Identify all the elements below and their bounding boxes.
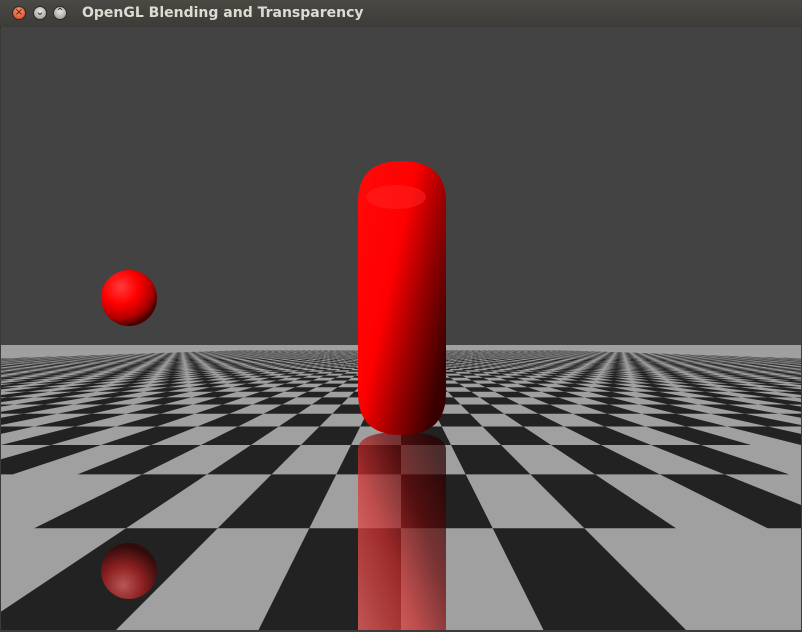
minimize-icon: ⌄	[35, 7, 45, 18]
window-title: OpenGL Blending and Transparency	[82, 5, 364, 21]
scene-canvas[interactable]	[1, 27, 801, 630]
close-icon: ×	[14, 7, 24, 18]
app-window: × ⌄ ⌃ OpenGL Blending and Transparency	[0, 0, 802, 632]
title-bar[interactable]: × ⌄ ⌃ OpenGL Blending and Transparency	[0, 0, 802, 28]
capsule-highlight	[366, 185, 426, 209]
maximize-icon: ⌃	[55, 7, 65, 18]
close-button[interactable]: ×	[12, 6, 26, 20]
minimize-button[interactable]: ⌄	[33, 6, 47, 20]
maximize-button[interactable]: ⌃	[53, 6, 67, 20]
opengl-viewport[interactable]	[1, 27, 801, 630]
capsule-reflection	[358, 432, 446, 630]
sphere-reflection	[101, 543, 157, 599]
red-sphere	[101, 270, 157, 326]
